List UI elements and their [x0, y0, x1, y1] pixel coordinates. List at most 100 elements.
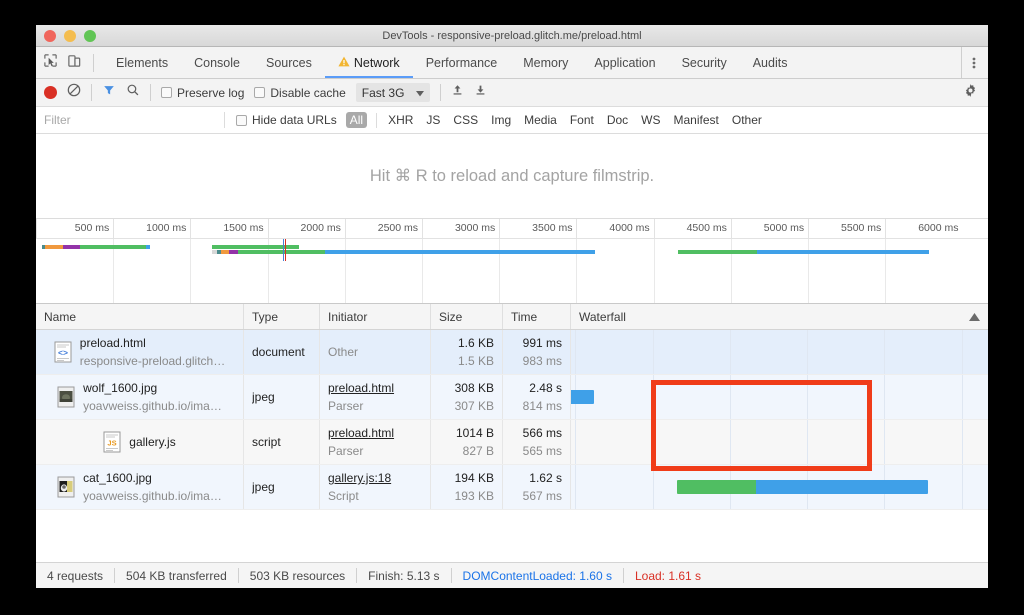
column-header-size[interactable]: Size	[431, 304, 503, 329]
tab-elements[interactable]: Elements	[103, 47, 181, 78]
hide-data-urls-checkbox[interactable]: Hide data URLs	[236, 113, 337, 127]
cell-initiator: Other	[320, 330, 431, 374]
tab-network[interactable]: Network	[324, 47, 413, 78]
import-har-icon[interactable]	[451, 83, 464, 102]
tab-security[interactable]: Security	[669, 47, 740, 78]
cell-size: 194 KB 193 KB	[431, 465, 503, 509]
initiator-link[interactable]: preload.html	[328, 381, 422, 395]
html-document-icon: <>	[54, 341, 72, 363]
type-filter-all[interactable]: All	[345, 112, 368, 128]
waterfall-bar[interactable]	[571, 390, 594, 404]
toolbar-divider-2	[150, 84, 151, 101]
request-size: 1014 B	[455, 426, 494, 440]
cell-size: 1.6 KB 1.5 KB	[431, 330, 503, 374]
overview-grid	[36, 239, 988, 303]
clear-icon[interactable]	[67, 83, 81, 102]
cell-waterfall	[571, 375, 988, 419]
tab-performance[interactable]: Performance	[413, 47, 511, 78]
tab-memory[interactable]: Memory	[510, 47, 581, 78]
ruler-tick: 3000 ms	[422, 219, 499, 239]
overview-gridline	[190, 239, 192, 303]
cell-type: document	[244, 330, 320, 374]
preserve-log-box[interactable]	[161, 87, 172, 98]
name-text-wrap: wolf_1600.jpg yoavweiss.github.io/ima…	[83, 381, 222, 413]
device-toolbar-icon[interactable]	[67, 53, 82, 73]
search-icon[interactable]	[126, 83, 140, 102]
cell-size: 1014 B 827 B	[431, 420, 503, 464]
record-icon[interactable]	[44, 86, 57, 99]
filmstrip-panel[interactable]: Hit ⌘ R to reload and capture filmstrip.	[36, 134, 988, 219]
ruler-tick: 4500 ms	[653, 219, 731, 239]
type-filter-xhr[interactable]: XHR	[386, 112, 415, 128]
ruler-tick-label: 1500 ms	[223, 222, 264, 234]
ruler-tick-label: 500 ms	[74, 222, 110, 234]
status-load: Load: 1.61 s	[634, 568, 702, 583]
cell-type: jpeg	[244, 375, 320, 419]
column-header-name[interactable]: Name	[36, 304, 244, 329]
tab-label: Application	[594, 55, 656, 70]
cell-time: 1.62 s 567 ms	[503, 465, 571, 509]
column-header-waterfall-label: Waterfall	[579, 309, 626, 324]
devtools-tabstrip: Elements Console Sources Network Performance…	[36, 47, 988, 79]
waterfall-segment-download	[571, 390, 594, 404]
initiator-link[interactable]: preload.html	[328, 426, 422, 440]
request-type: jpeg	[252, 480, 275, 494]
status-bar: 4 requests 504 KB transferred 503 KB res…	[36, 562, 988, 588]
disable-cache-box[interactable]	[254, 87, 266, 98]
column-header-type[interactable]: Type	[244, 304, 320, 329]
tab-sources[interactable]: Sources	[253, 47, 325, 78]
tabstrip-tools	[36, 47, 103, 78]
initiator-link[interactable]: gallery.js:18	[328, 471, 422, 485]
type-filter-css[interactable]: CSS	[451, 112, 480, 128]
type-filter-media[interactable]: Media	[522, 112, 559, 128]
filter-funnel-icon[interactable]	[102, 83, 116, 102]
inspect-element-icon[interactable]	[43, 53, 58, 73]
type-filter-font[interactable]: Font	[568, 112, 596, 128]
request-domain: yoavweiss.github.io/ima…	[83, 489, 222, 503]
tab-application[interactable]: Application	[581, 47, 668, 78]
waterfall-bar[interactable]	[677, 480, 928, 494]
gear-icon[interactable]	[963, 83, 980, 103]
svg-text:JS: JS	[108, 439, 117, 448]
cell-size: 308 KB 307 KB	[431, 375, 503, 419]
request-size: 194 KB	[454, 471, 494, 485]
type-filter-other[interactable]: Other	[730, 112, 764, 128]
overview-gridline	[422, 239, 424, 303]
export-har-icon[interactable]	[474, 83, 487, 102]
hide-data-urls-box[interactable]	[236, 114, 247, 126]
type-filter-js[interactable]: JS	[424, 112, 442, 128]
type-filter-doc[interactable]: Doc	[605, 112, 630, 128]
cell-type: script	[244, 420, 320, 464]
preserve-log-checkbox[interactable]: Preserve log	[161, 86, 244, 100]
tab-console[interactable]: Console	[181, 47, 253, 78]
table-row[interactable]: cat_1600.jpg yoavweiss.github.io/ima… jpeg…	[36, 465, 988, 510]
more-options-icon[interactable]	[961, 47, 988, 78]
table-row[interactable]: wolf_1600.jpg yoavweiss.github.io/ima… jpe…	[36, 375, 988, 420]
tab-label: Elements	[116, 55, 169, 70]
status-requests: 4 requests	[47, 568, 104, 583]
ruler-tick: 5500 ms	[808, 219, 885, 239]
ruler-tick: 2500 ms	[344, 219, 422, 239]
sort-ascending-icon[interactable]	[969, 310, 980, 324]
waterfall-gridline	[729, 375, 731, 419]
ruler-tick-label: 4000 ms	[609, 222, 650, 234]
tab-audits[interactable]: Audits	[740, 47, 801, 78]
status-finish: Finish: 5.13 s	[368, 568, 440, 583]
table-row[interactable]: <> preload.html responsive-preload.glitch……	[36, 330, 988, 375]
filter-input[interactable]	[36, 106, 224, 134]
type-filter-ws[interactable]: WS	[639, 112, 662, 128]
throttle-dropdown[interactable]: Fast 3G	[355, 83, 431, 102]
ruler-tick: 500 ms	[36, 219, 113, 239]
waterfall-gridline	[575, 420, 577, 464]
request-type: document	[252, 345, 305, 359]
type-filter-img[interactable]: Img	[489, 112, 513, 128]
network-overview[interactable]: 500 ms 1000 ms 1500 ms 2000 ms 2500 ms 3000 m…	[36, 219, 988, 304]
column-header-waterfall[interactable]: Waterfall	[571, 304, 988, 329]
type-filter-manifest[interactable]: Manifest	[672, 112, 721, 128]
table-row[interactable]: JS gallery.js script preload.html Parser 1014…	[36, 420, 988, 465]
cell-type: jpeg	[244, 465, 320, 509]
column-header-time[interactable]: Time	[503, 304, 571, 329]
column-header-initiator[interactable]: Initiator	[320, 304, 431, 329]
disable-cache-checkbox[interactable]: Disable cache	[254, 86, 346, 100]
waterfall-gridline	[807, 330, 809, 374]
